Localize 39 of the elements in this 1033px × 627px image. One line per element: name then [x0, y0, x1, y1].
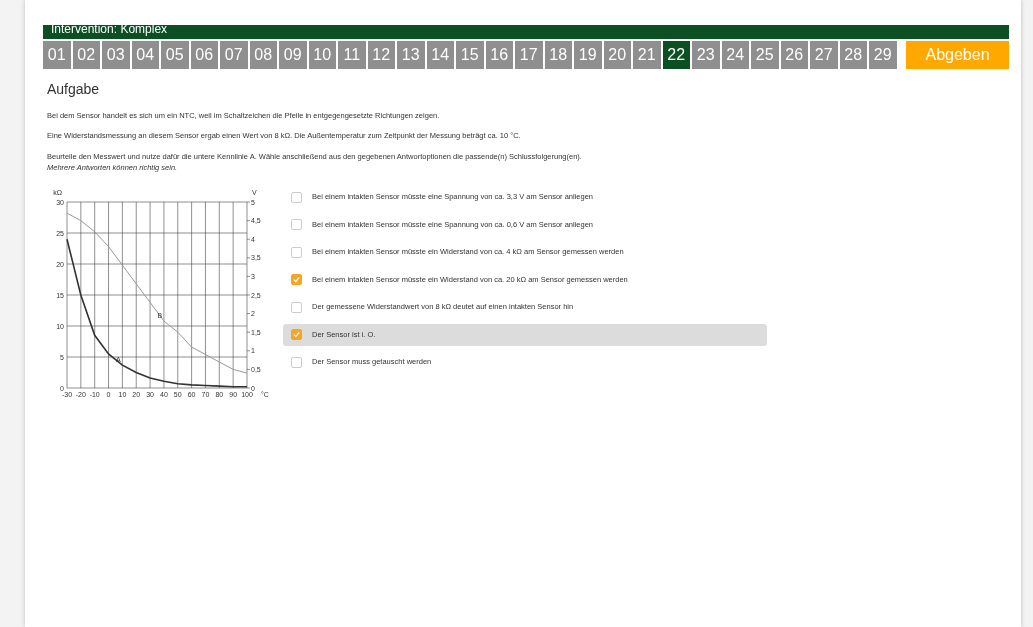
question-tab[interactable]: 16 — [485, 41, 513, 69]
question-tab[interactable]: 20 — [603, 41, 631, 69]
question-tab[interactable]: 15 — [456, 41, 484, 69]
question-tab[interactable]: 27 — [810, 41, 838, 69]
question-tab[interactable]: 21 — [633, 41, 661, 69]
checkbox[interactable] — [291, 301, 302, 313]
checkbox[interactable] — [291, 274, 302, 285]
question-tab[interactable]: 10 — [308, 41, 336, 69]
header-title: Intervention: Komplex — [43, 25, 1009, 39]
question-tab[interactable]: 25 — [751, 41, 779, 69]
question-tab[interactable]: 11 — [338, 41, 366, 69]
question-tab[interactable]: 17 — [515, 41, 543, 69]
question-tab[interactable]: 08 — [249, 41, 277, 69]
checkbox[interactable] — [291, 246, 302, 258]
question-tab[interactable]: 26 — [780, 41, 808, 69]
question-tab[interactable]: 12 — [367, 41, 395, 69]
question-tab[interactable]: 09 — [279, 41, 307, 69]
question-tab[interactable]: 05 — [161, 41, 189, 69]
question-tab[interactable]: 01 — [43, 41, 71, 69]
question-tab[interactable]: 07 — [220, 41, 248, 69]
question-tab[interactable]: 22 — [662, 41, 690, 69]
question-tab[interactable]: 28 — [839, 41, 867, 69]
checkbox[interactable] — [291, 329, 302, 340]
question-tab[interactable]: 03 — [102, 41, 130, 69]
submit-button[interactable]: Abgeben — [906, 41, 1009, 69]
question-tab[interactable]: 24 — [721, 41, 749, 69]
question-tab[interactable]: 14 — [426, 41, 454, 69]
question-tab[interactable]: 06 — [190, 41, 218, 69]
checkbox[interactable] — [291, 219, 302, 230]
checkbox[interactable] — [291, 191, 302, 203]
question-tab[interactable]: 13 — [397, 41, 425, 69]
question-tab[interactable]: 29 — [869, 41, 897, 69]
question-tab[interactable]: 02 — [72, 41, 100, 69]
section-heading: Aufgabe — [47, 80, 101, 99]
question-tab[interactable]: 18 — [544, 41, 572, 69]
checkbox[interactable] — [291, 356, 302, 368]
question-tab[interactable]: 23 — [692, 41, 720, 69]
question-tab[interactable]: 19 — [574, 41, 602, 69]
question-tab[interactable]: 04 — [131, 41, 159, 69]
